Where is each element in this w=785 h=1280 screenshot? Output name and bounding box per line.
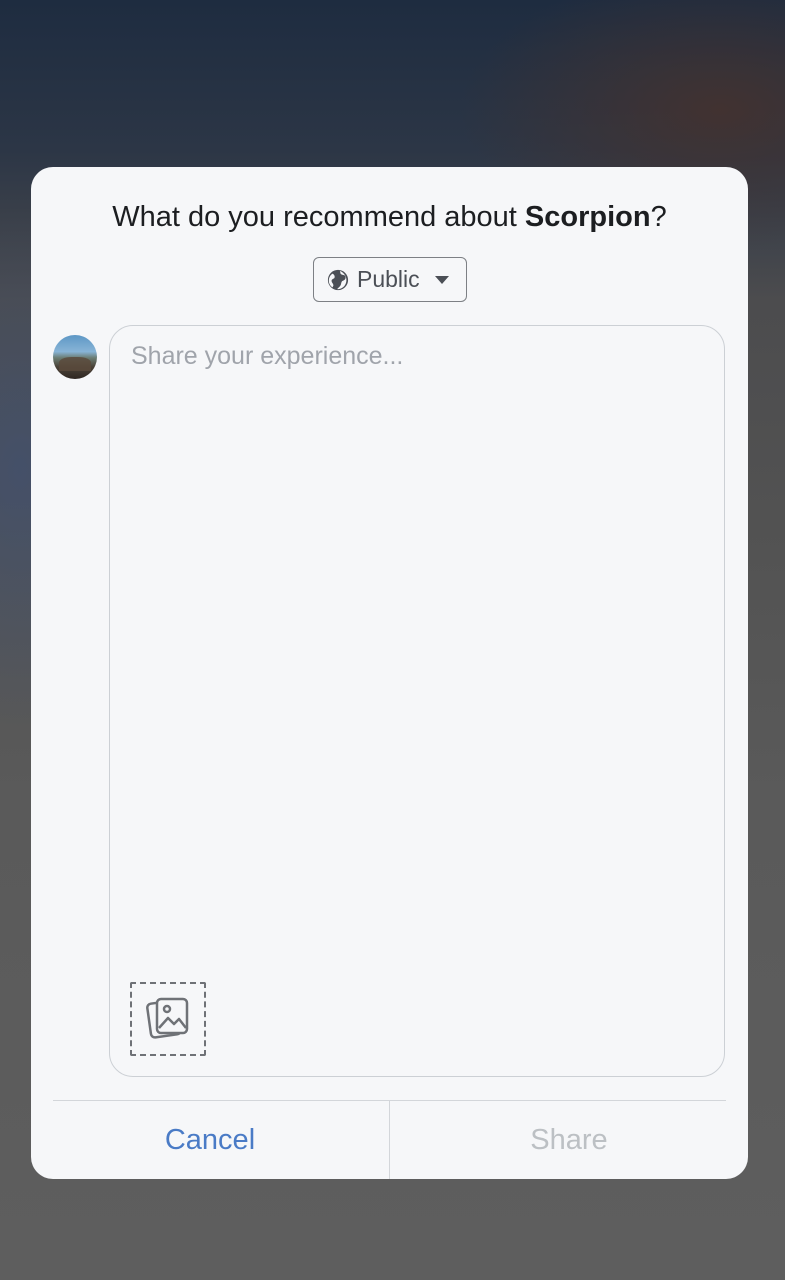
audience-label: Public xyxy=(357,266,420,292)
experience-input[interactable] xyxy=(131,340,701,940)
add-photo-icon xyxy=(145,994,191,1045)
dialog-title: What do you recommend about Scorpion? xyxy=(31,199,748,235)
cancel-button[interactable]: Cancel xyxy=(31,1101,389,1179)
share-button[interactable]: Share xyxy=(390,1101,748,1179)
dialog-title-prefix: What do you recommend about xyxy=(112,201,525,233)
caret-down-icon xyxy=(434,275,450,285)
globe-icon xyxy=(327,269,349,291)
recommendation-dialog: What do you recommend about Scorpion? Pu… xyxy=(31,167,748,1179)
dialog-title-suffix: ? xyxy=(650,201,667,233)
audience-selector-button[interactable]: Public xyxy=(313,257,467,302)
dialog-title-subject: Scorpion xyxy=(524,201,651,233)
composer-box xyxy=(109,325,725,1077)
add-photo-button[interactable] xyxy=(130,982,206,1056)
user-avatar xyxy=(53,335,97,379)
